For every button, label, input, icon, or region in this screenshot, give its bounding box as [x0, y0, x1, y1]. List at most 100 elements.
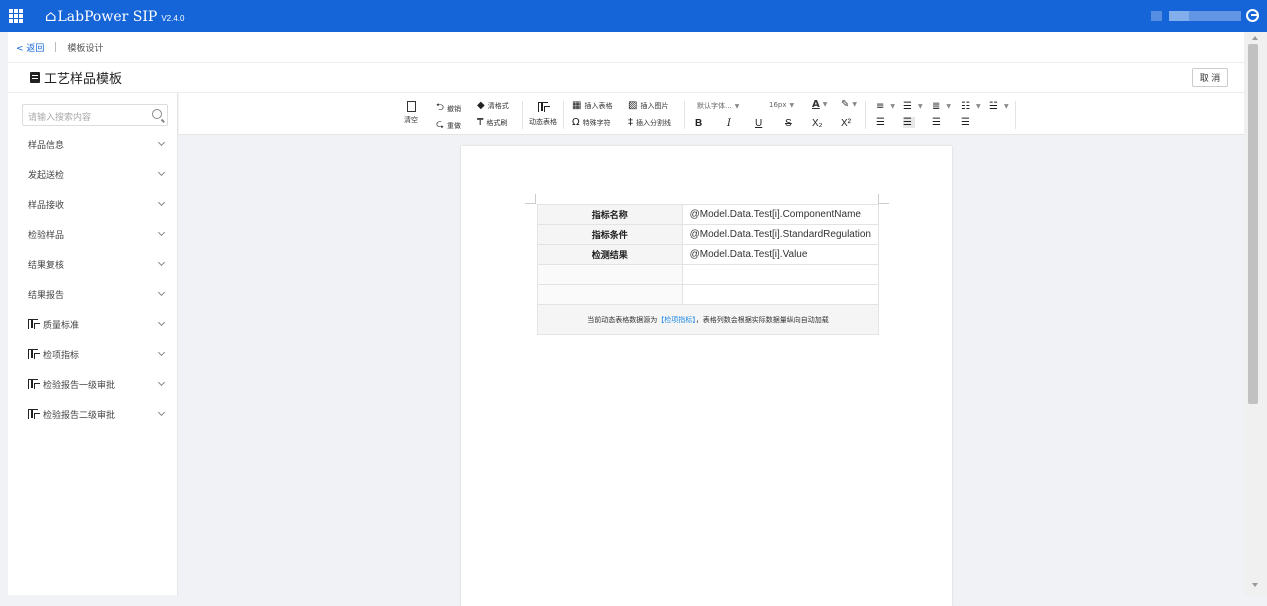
sidebar-item[interactable]: 发起送检	[8, 159, 176, 189]
chevron-down-icon[interactable]	[157, 408, 166, 417]
sidebar-item[interactable]: 样品接收	[8, 189, 176, 219]
table-footer-row: 当前动态表格数据源为【检项指标】，表格列数会根据实际数据量纵向自动加载	[537, 304, 879, 335]
insert-image-button[interactable]: ▨ 插入图片	[628, 100, 668, 111]
scroll-down-icon[interactable]	[1252, 583, 1258, 587]
chevron-down-icon[interactable]	[157, 318, 166, 327]
undo-button[interactable]: ⮌ 撤销	[436, 100, 461, 117]
highlight-color-button[interactable]: ✎ ▼	[841, 99, 857, 110]
sidebar-item[interactable]: 检项指标	[8, 339, 176, 369]
cancel-button[interactable]: 取 消	[1192, 68, 1228, 87]
align-justify-button[interactable]: ☰	[961, 117, 973, 128]
eraser-icon: ◆	[477, 100, 485, 111]
align-center-icon: ☰	[903, 117, 912, 128]
scroll-up-icon[interactable]	[1252, 36, 1258, 40]
dynamic-template-table[interactable]: 指标名称 @Model.Data.Test[i].ComponentName 指标条…	[537, 204, 880, 335]
table-key-cell[interactable]: 检测结果	[537, 244, 683, 265]
italic-button[interactable]: I	[727, 118, 731, 129]
sidebar-item[interactable]: 检验报告一级审批	[8, 369, 176, 399]
dynamic-table-button[interactable]: 动态表格	[529, 102, 557, 127]
sidebar-item[interactable]: 结果复核	[8, 249, 176, 279]
underline-button[interactable]: U	[755, 118, 762, 129]
app-logo[interactable]: ⌂ LabPower SIP V2.4.0	[45, 7, 184, 25]
logout-icon[interactable]	[1246, 9, 1259, 22]
chevron-down-icon[interactable]	[157, 258, 166, 267]
align-left-button[interactable]: ☰	[876, 117, 888, 128]
scrollbar-thumb[interactable]	[1248, 44, 1258, 404]
chevron-down-icon[interactable]	[157, 348, 166, 357]
toolbar-divider	[563, 101, 564, 129]
bold-button[interactable]: B	[695, 118, 702, 129]
sidebar-menu: 样品信息 发起送检 样品接收检验样品结果复核 结果报告质量标准检项指标检验报告一级审批…	[8, 129, 176, 429]
align-center-button[interactable]: ☰	[903, 117, 915, 128]
paragraph-spacing-button[interactable]: ≣ ▼	[932, 101, 951, 112]
bullet-list-button[interactable]: ☷ ▼	[961, 101, 981, 112]
table-value-cell[interactable]: @Model.Data.Test[i].Value	[681, 244, 880, 265]
table-icon: ▦	[572, 100, 582, 111]
search-icon[interactable]	[152, 109, 162, 119]
indent-icon: ☱	[989, 101, 998, 112]
chevron-down-icon[interactable]	[157, 138, 166, 147]
table-row	[537, 264, 880, 285]
indent-button[interactable]: ☱ ▼	[989, 101, 1009, 112]
toolbar-divider	[522, 101, 523, 129]
data-source-link[interactable]: 【检项指标】	[657, 316, 696, 324]
special-char-button[interactable]: Ω 特殊字符	[572, 117, 611, 128]
ordered-list-button[interactable]: ☰ ▼	[903, 101, 923, 112]
table-value-cell[interactable]	[681, 284, 880, 305]
table-row: 检测结果 @Model.Data.Test[i].Value	[537, 244, 880, 265]
sidebar-item-label: 检验样品	[28, 230, 65, 241]
user-name-blurred[interactable]	[1151, 10, 1241, 21]
redo-button[interactable]: ⮎ 重做	[436, 117, 461, 134]
superscript-button[interactable]: X²	[841, 118, 851, 129]
document-page[interactable]: 指标名称 @Model.Data.Test[i].ComponentName 指标条…	[461, 146, 952, 606]
table-icon	[28, 319, 40, 329]
back-link[interactable]: < 返回	[16, 41, 44, 54]
search-input[interactable]	[28, 107, 148, 127]
chevron-down-icon: ▼	[1003, 103, 1009, 110]
table-value-cell[interactable]: @Model.Data.Test[i].ComponentName	[681, 204, 880, 225]
strikethrough-button[interactable]: S	[785, 118, 792, 129]
sidebar-item[interactable]: 检验样品	[8, 219, 176, 249]
sidebar-item-label: 质量标准	[43, 320, 80, 331]
crop-mark	[525, 203, 535, 204]
sidebar-item[interactable]: 结果报告	[8, 279, 176, 309]
line-height-button[interactable]: ≡ ▼	[876, 101, 895, 112]
chevron-down-icon[interactable]	[157, 198, 166, 207]
table-key-cell[interactable]	[537, 284, 683, 305]
chevron-down-icon[interactable]	[157, 168, 166, 177]
sidebar-item-label: 检项指标	[43, 350, 80, 361]
line-height-icon: ≡	[876, 101, 885, 112]
sidebar-item[interactable]: 检验报告二级审批	[8, 399, 176, 429]
table-value-cell[interactable]: @Model.Data.Test[i].StandardRegulation	[681, 224, 880, 245]
apps-grid-icon[interactable]	[9, 9, 23, 23]
font-size-select[interactable]: 16px ▼	[769, 101, 794, 109]
sidebar-item[interactable]: 质量标准	[8, 309, 176, 339]
clear-label: 清空	[404, 116, 418, 124]
chevron-down-icon[interactable]	[157, 228, 166, 237]
insert-divider-button[interactable]: ‡ 插入分割线	[628, 117, 671, 128]
table-key-cell[interactable]: 指标条件	[537, 224, 683, 245]
align-right-button[interactable]: ☰	[932, 117, 944, 128]
table-value-cell[interactable]	[681, 264, 880, 285]
subscript-button[interactable]: X₂	[812, 118, 823, 129]
page-scrollbar[interactable]	[1244, 32, 1267, 595]
table-key-cell[interactable]	[537, 264, 683, 285]
chevron-down-icon[interactable]	[157, 288, 166, 297]
toolbar-divider	[865, 101, 866, 129]
chevron-down-icon[interactable]	[157, 378, 166, 387]
chevron-down-icon: ▼	[890, 103, 896, 110]
editor-toolbar: 清空 ⮌ 撤销 ⮎ 重做 ◆ 清格式 ₸ 格式刷 动态表格 ▦ 插入表格 Ω 特殊字符 ▨ 插…	[179, 92, 1244, 135]
font-color-button[interactable]: A ▼	[812, 99, 827, 110]
clear-button[interactable]: 清空	[404, 101, 418, 125]
sidebar-search	[22, 104, 168, 127]
sidebar-item[interactable]: 样品信息	[8, 129, 176, 159]
table-key-cell[interactable]: 指标名称	[537, 204, 683, 225]
format-brush-button[interactable]: ₸ 格式刷	[477, 117, 507, 128]
align-right-icon: ☰	[932, 117, 941, 128]
redo-icon: ⮎	[436, 119, 445, 130]
crop-mark	[879, 203, 889, 204]
breadcrumb: < 返回 模板设计	[8, 32, 1244, 62]
insert-table-button[interactable]: ▦ 插入表格	[572, 100, 612, 111]
clear-format-button[interactable]: ◆ 清格式	[477, 100, 509, 111]
font-family-select[interactable]: 默认字体... ▼	[697, 101, 739, 111]
